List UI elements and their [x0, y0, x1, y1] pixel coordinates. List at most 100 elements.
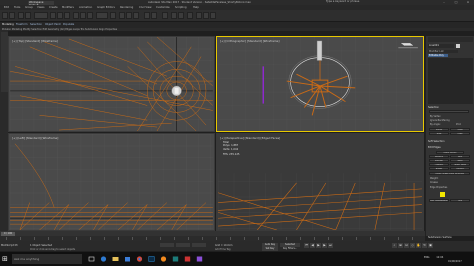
by-vertex-checkbox[interactable]: By Vertex [430, 115, 441, 118]
edge-browser-icon[interactable] [100, 255, 107, 263]
create-shape-button[interactable]: Create Shape From Selection [429, 172, 470, 175]
y-coordinate-field[interactable] [176, 243, 190, 247]
grow-button[interactable]: Grow [450, 128, 470, 131]
menu-scripting[interactable]: Scripting [175, 6, 187, 9]
menu-views[interactable]: Views [37, 6, 45, 9]
media-player-icon[interactable] [160, 255, 167, 263]
scale-icon[interactable] [87, 12, 93, 19]
viewport-perspective[interactable]: [+] [Perspective] [Standard] [Edged Face… [216, 133, 424, 231]
next-frame-icon[interactable]: ▶ [322, 243, 327, 248]
pan-icon[interactable]: ✋ [416, 243, 421, 248]
viewport-top[interactable]: [+] [Top] [Standard] [Wireframe] [8, 36, 215, 132]
app-icon[interactable] [196, 255, 203, 263]
maxscript-listener[interactable]: MAXScript Mi [1, 244, 17, 247]
redo-icon[interactable] [9, 12, 15, 19]
ignore-backfacing-checkbox[interactable]: Ignore Backfacing [430, 119, 450, 122]
edit-triangulation-button[interactable]: Edit Triangulation [429, 199, 449, 202]
tab-object-paint[interactable]: Object Paint [45, 23, 61, 26]
by-angle-checkbox[interactable]: By Angle: [430, 123, 440, 126]
viewport-label[interactable]: [+] [Left] [Standard] [Wireframe] [12, 136, 58, 140]
render-setup-icon[interactable] [196, 12, 202, 19]
curve-editor-icon[interactable] [171, 12, 177, 19]
soft-selection-rollout[interactable]: Soft Selection [428, 140, 445, 143]
menu-modifiers[interactable]: Modifiers [62, 6, 74, 9]
tab-freeform[interactable]: Freeform [16, 23, 28, 26]
edge-color-swatch[interactable] [440, 192, 445, 197]
tab-populate[interactable]: Populate [63, 23, 74, 26]
zoom-all-icon[interactable]: ⊞ [398, 243, 403, 248]
subobject-buttons[interactable] [429, 110, 469, 113]
object-name-field[interactable]: Line001 [428, 44, 454, 48]
key-filters-button[interactable]: Key Filters... [280, 247, 300, 251]
menu-create[interactable]: Create [49, 6, 58, 9]
viewport-orthographic[interactable]: [+] [Orthographic] [Standard] [Wireframe… [216, 36, 424, 132]
menu-customize[interactable]: Customize [156, 6, 170, 9]
connect-button[interactable]: Connect [450, 167, 470, 170]
menu-graph-editors[interactable]: Graph Editors [97, 6, 115, 9]
percent-snap-icon[interactable] [133, 12, 139, 19]
turn-button[interactable]: Turn [450, 199, 470, 202]
selection-rollout-title[interactable]: Selection [428, 106, 439, 109]
modifier-stack[interactable] [428, 58, 473, 104]
extrude-button[interactable]: Extrude [429, 159, 449, 162]
snap-icon[interactable] [119, 12, 125, 19]
zoom-icon[interactable]: ⌕ [392, 243, 397, 248]
split-button[interactable]: Split [450, 155, 470, 158]
file-explorer-icon[interactable] [112, 255, 119, 263]
scene-explorer-tab[interactable] [0, 32, 8, 92]
selection-filter-dropdown[interactable] [34, 12, 48, 19]
system-tray[interactable]: ENG 12:04 [424, 256, 443, 259]
menu-help[interactable]: Help [193, 6, 199, 9]
pivot-icon[interactable] [110, 12, 116, 19]
viewport-left[interactable]: [+] [Left] [Standard] [Wireframe] [8, 133, 215, 231]
zoom-extents-icon[interactable]: ⊡ [404, 243, 409, 248]
clock-date[interactable]: 01/06/2017 [448, 260, 462, 263]
crease-spinner[interactable]: Crease: [430, 181, 438, 184]
unlink-icon[interactable] [25, 12, 31, 19]
select-object-icon[interactable] [50, 12, 56, 19]
add-time-tag[interactable]: Add Time Tag [215, 248, 230, 251]
render-icon[interactable] [210, 12, 216, 19]
align-icon[interactable] [151, 12, 157, 19]
menu-group[interactable]: Group [25, 6, 33, 9]
prev-frame-icon[interactable]: ◀ [310, 243, 315, 248]
menu-edit[interactable]: Edit [4, 6, 9, 9]
play-icon[interactable]: ▶ [316, 243, 321, 248]
task-view-icon[interactable] [88, 255, 95, 263]
app-icon[interactable] [184, 255, 191, 263]
move-icon[interactable] [73, 12, 79, 19]
schematic-icon[interactable] [178, 12, 184, 19]
go-to-end-icon[interactable]: ⏭ [328, 243, 333, 248]
rect-selection-icon[interactable] [64, 12, 70, 19]
loop-button[interactable]: Loop [450, 132, 470, 135]
chrome-icon[interactable] [136, 255, 143, 263]
rotate-icon[interactable] [80, 12, 86, 19]
command-panel-tabs[interactable] [428, 37, 473, 42]
edit-edges-rollout[interactable]: Edit Edges [428, 146, 441, 149]
x-coordinate-field[interactable] [160, 243, 174, 247]
modifier-list-dropdown[interactable]: Modifier List [428, 50, 458, 53]
menu-animation[interactable]: Animation [79, 6, 92, 9]
workspace-selector[interactable]: Workspace: Default [28, 0, 54, 7]
taskbar-search[interactable]: Ask me anything [12, 254, 82, 264]
weight-spinner[interactable]: Weight: [430, 177, 438, 180]
select-by-name-icon[interactable] [57, 12, 63, 19]
object-color-swatch[interactable] [456, 44, 460, 48]
windows-start-icon[interactable]: ⊞ [2, 255, 10, 263]
reference-coord-dropdown[interactable] [96, 12, 108, 19]
weld-button[interactable]: Weld [450, 159, 470, 162]
link-icon[interactable] [18, 12, 24, 19]
angle-spinner[interactable]: 45.0 [456, 123, 461, 126]
viewport-label[interactable]: [+] [Top] [Standard] [Wireframe] [12, 39, 58, 43]
clock-time[interactable]: 12:04 [436, 256, 443, 259]
set-key-button[interactable]: Set Key [262, 247, 278, 251]
remove-button[interactable]: Remove [429, 155, 449, 158]
time-slider-knob[interactable]: 0 / 100 [1, 231, 15, 236]
field-of-view-icon[interactable]: ◇ [410, 243, 415, 248]
undo-icon[interactable] [2, 12, 8, 19]
menu-civil-view[interactable]: Civil View [139, 6, 152, 9]
layer-manager-icon[interactable] [162, 12, 168, 19]
go-to-start-icon[interactable]: ⏮ [304, 243, 309, 248]
3ds-max-icon[interactable] [172, 255, 179, 263]
target-weld-button[interactable]: Target Weld [450, 163, 470, 166]
